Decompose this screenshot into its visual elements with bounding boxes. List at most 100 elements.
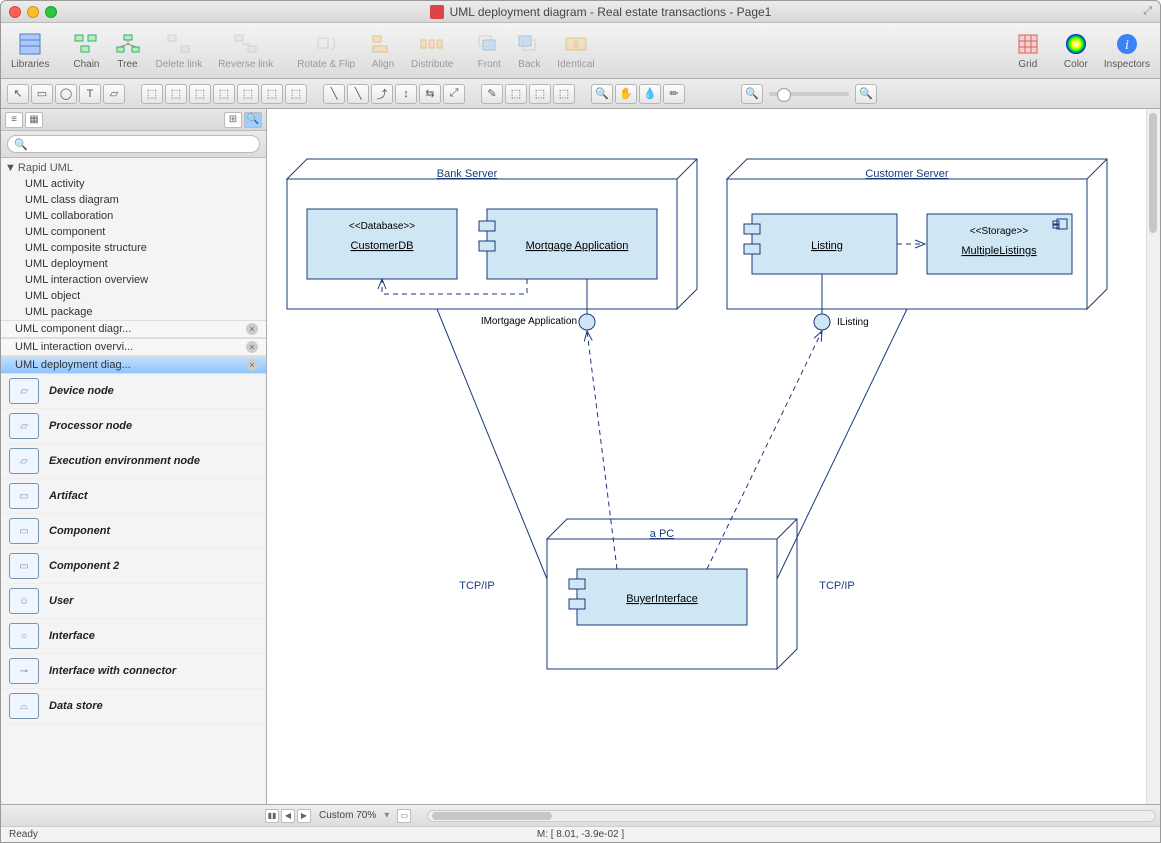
connector-tool-3[interactable]: ⬚ <box>189 84 211 104</box>
page-pause-icon[interactable]: ▮▮ <box>265 809 279 823</box>
back-button[interactable]: Back <box>517 32 541 70</box>
page-nav: ▮▮ ◀ ▶ Custom 70% ▾ ▭ <box>265 809 411 823</box>
reverse-link-button[interactable]: Reverse link <box>218 32 273 70</box>
minimize-window-button[interactable] <box>27 6 39 18</box>
rotate-flip-button[interactable]: Rotate & Flip <box>297 32 355 70</box>
titlebar: UML deployment diagram - Real estate tra… <box>1 1 1160 23</box>
color-button[interactable]: Color <box>1064 32 1088 70</box>
close-window-button[interactable] <box>9 6 21 18</box>
shape-item[interactable]: ⌓Data store <box>1 689 266 724</box>
delete-link-button[interactable]: Delete link <box>156 32 203 70</box>
sidebar-view-1[interactable]: ≡ <box>5 112 23 128</box>
search-box[interactable]: 🔍 <box>7 135 260 153</box>
tree-item[interactable]: UML collaboration <box>1 208 266 224</box>
distribute-button[interactable]: Distribute <box>411 32 453 70</box>
back-label: Back <box>518 59 540 70</box>
eyedrop-tool[interactable]: 💧 <box>639 84 661 104</box>
tree-item[interactable]: UML package <box>1 304 266 320</box>
close-tab-icon[interactable]: × <box>246 359 258 371</box>
line-tool-4[interactable]: ↕ <box>395 84 417 104</box>
line-tool-1[interactable]: ╲ <box>323 84 345 104</box>
line-tool-3[interactable]: ⤴ <box>371 84 393 104</box>
shape-item[interactable]: ○Interface <box>1 619 266 654</box>
align-button[interactable]: Align <box>371 32 395 70</box>
connector-tool-1[interactable]: ⬚ <box>141 84 163 104</box>
tree-button[interactable]: Tree <box>116 32 140 70</box>
tree-item[interactable]: UML deployment <box>1 256 266 272</box>
tree-item[interactable]: UML component <box>1 224 266 240</box>
zoom-in-icon[interactable]: 🔍 <box>855 84 877 104</box>
connector-tool-5[interactable]: ⬚ <box>237 84 259 104</box>
front-button[interactable]: Front <box>477 32 501 70</box>
tree-item[interactable]: UML object <box>1 288 266 304</box>
shape-item[interactable]: ☺User <box>1 584 266 619</box>
shape-item[interactable]: ▱Device node <box>1 374 266 409</box>
shape-item[interactable]: ▭Component 2 <box>1 549 266 584</box>
tree-item[interactable]: UML interaction overview <box>1 272 266 288</box>
shape-item[interactable]: ⊸Interface with connector <box>1 654 266 689</box>
canvas-scrollbar-vertical[interactable] <box>1146 109 1160 804</box>
page-tab-button[interactable]: ▭ <box>397 809 411 823</box>
libraries-button[interactable]: Libraries <box>11 32 49 70</box>
sidebar-search-toggle[interactable]: 🔍 <box>244 112 262 128</box>
component-icon: ▭ <box>9 518 39 544</box>
sidebar-view-2[interactable]: ▦ <box>25 112 43 128</box>
pan-tool[interactable]: ✋ <box>615 84 637 104</box>
edit-tool-4[interactable]: ⬚ <box>553 84 575 104</box>
tree-root[interactable]: ▼ Rapid UML <box>1 158 266 176</box>
mortgage-component[interactable]: Mortgage Application <box>479 209 657 279</box>
connector-tool-4[interactable]: ⬚ <box>213 84 235 104</box>
connector-tool-7[interactable]: ⬚ <box>285 84 307 104</box>
inspectors-button[interactable]: iInspectors <box>1104 32 1150 70</box>
close-tab-icon[interactable]: × <box>246 341 258 353</box>
shape-item[interactable]: ▱Processor node <box>1 409 266 444</box>
buyer-interface-component[interactable]: BuyerInterface <box>569 569 747 625</box>
datastore-icon: ⌓ <box>9 693 39 719</box>
library-tab[interactable]: UML interaction overvi...× <box>1 338 266 356</box>
page-prev-icon[interactable]: ▶ <box>297 809 311 823</box>
listing-component[interactable]: Listing <box>744 214 897 274</box>
search-input[interactable] <box>32 138 253 150</box>
zoom-window-button[interactable] <box>45 6 57 18</box>
edit-tool-2[interactable]: ⬚ <box>505 84 527 104</box>
status-bar: Ready M: [ 8.01, -3.9e-02 ] <box>1 826 1160 842</box>
library-tab[interactable]: UML component diagr...× <box>1 320 266 338</box>
zoom-out-icon[interactable]: 🔍 <box>741 84 763 104</box>
ellipse-tool[interactable]: ◯ <box>55 84 77 104</box>
library-tab-active[interactable]: UML deployment diag...× <box>1 356 266 374</box>
close-tab-icon[interactable]: × <box>246 323 258 335</box>
tree-item[interactable]: UML composite structure <box>1 240 266 256</box>
svg-text:Customer Server: Customer Server <box>865 168 948 180</box>
line-tool-6[interactable]: ⤢ <box>443 84 465 104</box>
shape-item[interactable]: ▭Component <box>1 514 266 549</box>
grid-button[interactable]: Grid <box>1016 32 1040 70</box>
shape-item[interactable]: ▱Execution environment node <box>1 444 266 479</box>
customerdb-component[interactable]: <<Database>> CustomerDB <box>307 209 457 279</box>
chain-button[interactable]: Chain <box>73 32 99 70</box>
edit-tool-1[interactable]: ✎ <box>481 84 503 104</box>
text-tool[interactable]: T <box>79 84 101 104</box>
line-tool-2[interactable]: ╲ <box>347 84 369 104</box>
line-tool-5[interactable]: ⇆ <box>419 84 441 104</box>
edit-tool-3[interactable]: ⬚ <box>529 84 551 104</box>
canvas-scrollbar-horizontal[interactable] <box>427 810 1156 822</box>
tree-item[interactable]: UML activity <box>1 176 266 192</box>
zoom-slider[interactable] <box>769 92 849 96</box>
canvas[interactable]: Bank Server <<Database>> CustomerDB Mort… <box>267 109 1160 804</box>
pointer-tool[interactable]: ↖ <box>7 84 29 104</box>
shape-item[interactable]: ▭Artifact <box>1 479 266 514</box>
multiple-listings-component[interactable]: <<Storage>> MultipleListings <box>927 214 1072 274</box>
zoom-tool[interactable]: 🔍 <box>591 84 613 104</box>
library-tree: ▼ Rapid UML UML activity UML class diagr… <box>1 158 266 320</box>
back-icon <box>517 32 541 56</box>
connector-tool-6[interactable]: ⬚ <box>261 84 283 104</box>
tree-item[interactable]: UML class diagram <box>1 192 266 208</box>
page-first-icon[interactable]: ◀ <box>281 809 295 823</box>
sidebar-grid-icon[interactable]: ⊞ <box>224 112 242 128</box>
pencil-tool[interactable]: ✏ <box>663 84 685 104</box>
fullscreen-icon[interactable]: ⤢ <box>1134 5 1152 18</box>
identical-button[interactable]: Identical <box>557 32 594 70</box>
shape-tool[interactable]: ▱ <box>103 84 125 104</box>
rect-tool[interactable]: ▭ <box>31 84 53 104</box>
connector-tool-2[interactable]: ⬚ <box>165 84 187 104</box>
